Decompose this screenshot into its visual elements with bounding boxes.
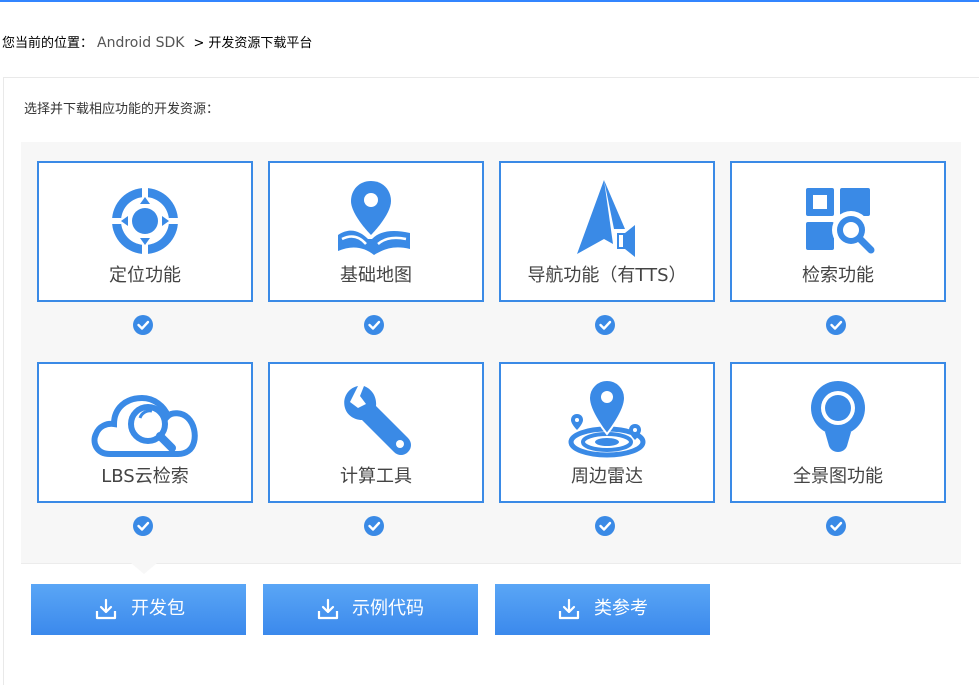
feature-label: 基础地图 [340, 265, 412, 286]
feature-card-panorama[interactable]: 全景图功能 [730, 362, 946, 503]
check-icon [137, 521, 150, 531]
search-grid-icon [798, 177, 878, 257]
panorama-icon [798, 378, 878, 458]
instruction-text: 选择并下载相应功能的开发资源： [24, 102, 220, 117]
check-icon [368, 320, 381, 330]
map-pin-icon [336, 177, 416, 257]
breadcrumb: 您当前的位置： Android SDK > 开发资源下载平台 [2, 33, 312, 53]
feature-label: 定位功能 [109, 265, 181, 286]
check-icon [830, 521, 843, 531]
feature-card-location[interactable]: 定位功能 [37, 161, 253, 302]
wrench-icon [336, 378, 416, 458]
location-target-icon [105, 177, 185, 257]
feature-card-radar[interactable]: 周边雷达 [499, 362, 715, 503]
feature-label: 导航功能（有TTS） [527, 265, 687, 286]
check-icon [830, 320, 843, 330]
feature-label: 全景图功能 [793, 466, 883, 487]
feature-label: LBS云检索 [101, 466, 189, 487]
radar-pin-icon [567, 378, 647, 458]
check-icon [368, 521, 381, 531]
feature-card-navigation[interactable]: 导航功能（有TTS） [499, 161, 715, 302]
top-accent-line [0, 0, 979, 2]
grid-divider [21, 563, 961, 564]
check-icon [599, 320, 612, 330]
feature-checkbox-lbs-cloud-search[interactable] [133, 516, 153, 536]
feature-label: 计算工具 [340, 466, 412, 487]
feature-card-search[interactable]: 检索功能 [730, 161, 946, 302]
download-button-label: 类参考 [594, 598, 648, 619]
breadcrumb-prefix: 您当前的位置： [2, 36, 94, 51]
feature-card-lbs-cloud-search[interactable]: LBS云检索 [37, 362, 253, 503]
feature-checkbox-navigation[interactable] [595, 315, 615, 335]
breadcrumb-current: 开发资源下载平台 [208, 36, 313, 51]
check-icon [599, 521, 612, 531]
cloud-search-icon [90, 378, 200, 458]
feature-checkbox-search[interactable] [826, 315, 846, 335]
breadcrumb-separator: > [193, 36, 205, 51]
download-icon [558, 598, 580, 620]
download-button-label: 开发包 [131, 598, 185, 619]
download-sdk-button[interactable]: 开发包 [31, 584, 246, 635]
breadcrumb-link-android-sdk[interactable]: Android SDK [97, 35, 184, 51]
feature-checkbox-base-map[interactable] [364, 315, 384, 335]
feature-label: 检索功能 [802, 265, 874, 286]
download-sample-code-button[interactable]: 示例代码 [263, 584, 478, 635]
feature-checkbox-location[interactable] [133, 315, 153, 335]
download-icon [95, 598, 117, 620]
download-class-reference-button[interactable]: 类参考 [495, 584, 710, 635]
feature-card-base-map[interactable]: 基础地图 [268, 161, 484, 302]
feature-checkbox-radar[interactable] [595, 516, 615, 536]
download-icon [317, 598, 339, 620]
feature-label: 周边雷达 [571, 466, 643, 487]
grid-caret [131, 563, 157, 574]
feature-checkbox-calc-tools[interactable] [364, 516, 384, 536]
download-button-label: 示例代码 [352, 598, 424, 619]
feature-card-calc-tools[interactable]: 计算工具 [268, 362, 484, 503]
check-icon [137, 320, 150, 330]
navigation-arrow-icon [567, 177, 647, 257]
feature-checkbox-panorama[interactable] [826, 516, 846, 536]
